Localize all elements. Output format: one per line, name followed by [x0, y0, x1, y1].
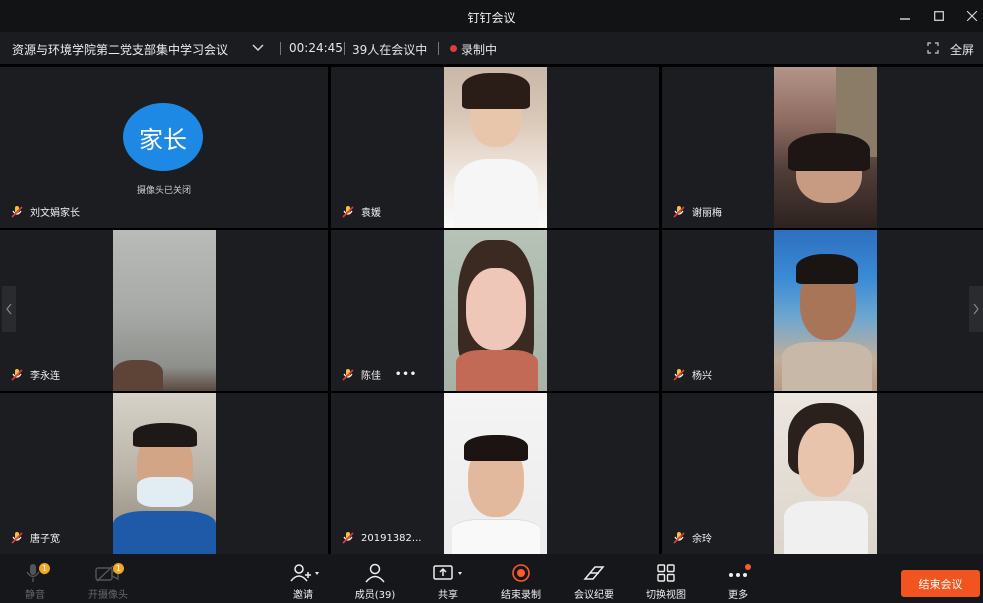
- video-feed: [113, 230, 216, 391]
- recording-dot-icon: [450, 45, 457, 52]
- switch-view-label: 切换视图: [646, 590, 686, 601]
- video-feed: [444, 393, 547, 554]
- camera-badge: 1: [113, 563, 124, 574]
- recording-status: 录制中: [461, 43, 498, 57]
- close-icon[interactable]: [955, 0, 983, 32]
- participant-label: 杨兴: [672, 367, 712, 382]
- participant-label: 李永连: [10, 367, 60, 382]
- participant-name: 李永连: [30, 371, 60, 382]
- chevron-down-icon[interactable]: [252, 39, 264, 57]
- muted-mic-icon: [11, 205, 23, 218]
- fullscreen-button[interactable]: 全屏: [950, 41, 974, 58]
- invite-label: 邀请: [293, 590, 313, 601]
- participant-tile[interactable]: 陈佳 •••: [331, 230, 659, 391]
- divider: [438, 42, 439, 55]
- notification-dot: [745, 564, 751, 570]
- add-person-icon: [268, 561, 338, 583]
- more-options-icon[interactable]: •••: [395, 369, 417, 380]
- participant-name: 20191382...: [361, 532, 422, 544]
- mute-badge: 1: [39, 563, 50, 574]
- more-dots-icon: [703, 561, 773, 583]
- fullscreen-icon[interactable]: [927, 40, 939, 57]
- camera-button[interactable]: 开摄像头 1: [73, 561, 143, 601]
- participant-name: 陈佳: [361, 371, 381, 382]
- members-button[interactable]: 成员(39): [340, 561, 410, 601]
- participant-tile[interactable]: 杨兴: [662, 230, 983, 391]
- camera-label: 开摄像头: [88, 590, 128, 601]
- share-label: 共享: [438, 590, 458, 601]
- participant-label: 余玲: [672, 530, 712, 545]
- participant-tile[interactable]: 袁媛: [331, 67, 659, 228]
- more-label: 更多: [728, 590, 748, 601]
- participant-label: 谢丽梅: [672, 204, 722, 219]
- minutes-label: 会议纪要: [574, 590, 614, 601]
- mute-label: 静音: [25, 590, 45, 601]
- minutes-button[interactable]: 会议纪要: [559, 561, 629, 601]
- switch-view-button[interactable]: 切换视图: [631, 561, 701, 601]
- participant-label: 刘文娟家长: [10, 204, 80, 219]
- participant-count[interactable]: 39人在会议中: [352, 41, 427, 58]
- video-grid: 家长 摄像头已关闭 刘文娟家长 袁媛 谢丽梅 李永连 陈佳 ••• 杨兴 唐子宽…: [0, 64, 983, 554]
- muted-mic-icon: [342, 368, 354, 381]
- camera-off-icon: [73, 561, 143, 583]
- participant-name: 余玲: [692, 534, 712, 545]
- participant-name: 袁媛: [361, 208, 381, 219]
- video-feed: [774, 230, 877, 391]
- divider: [344, 42, 345, 55]
- participant-label: 陈佳 •••: [341, 367, 417, 382]
- stop-recording-button[interactable]: 结束录制: [486, 561, 556, 601]
- participant-tile[interactable]: 谢丽梅: [662, 67, 983, 228]
- muted-mic-icon: [342, 532, 354, 544]
- meeting-info-bar: 资源与环境学院第二党支部集中学习会议 00:24:45 39人在会议中 录制中 …: [0, 32, 983, 64]
- participant-tile[interactable]: 家长 摄像头已关闭 刘文娟家长: [0, 67, 328, 228]
- minutes-icon: [559, 561, 629, 583]
- participant-label: 唐子宽: [10, 530, 60, 545]
- end-meeting-button[interactable]: 结束会议: [901, 570, 980, 597]
- title-bar: 钉钉会议: [0, 0, 983, 32]
- participant-name: 谢丽梅: [692, 208, 722, 219]
- participant-tile[interactable]: 唐子宽: [0, 393, 328, 554]
- muted-mic-icon: [11, 368, 23, 381]
- next-page-icon[interactable]: [969, 286, 983, 332]
- participant-tile[interactable]: 20191382...: [331, 393, 659, 554]
- grid-view-icon: [631, 561, 701, 583]
- participant-name: 杨兴: [692, 371, 712, 382]
- window-title: 钉钉会议: [467, 11, 516, 25]
- prev-page-icon[interactable]: [2, 286, 16, 332]
- participant-tile[interactable]: 李永连: [0, 230, 328, 391]
- participant-label: 20191382...: [341, 531, 421, 545]
- video-feed: [774, 393, 877, 554]
- share-button[interactable]: 共享: [413, 561, 483, 601]
- participant-tile[interactable]: 余玲: [662, 393, 983, 554]
- muted-mic-icon: [673, 368, 685, 381]
- meeting-toolbar: 静音 1 开摄像头 1 邀请 成员(39) 共享 结束录制 会议纪要 切换视图 …: [0, 554, 983, 603]
- meeting-timer: 00:24:45: [289, 41, 343, 55]
- muted-mic-icon: [11, 531, 23, 544]
- minimize-icon[interactable]: [888, 0, 922, 32]
- stop-recording-label: 结束录制: [501, 590, 541, 601]
- mute-button[interactable]: 静音 1: [0, 561, 70, 601]
- screen-share-icon: [413, 561, 483, 583]
- meeting-name[interactable]: 资源与环境学院第二党支部集中学习会议: [12, 41, 228, 58]
- camera-off-text: 摄像头已关闭: [136, 186, 191, 196]
- video-feed: [444, 230, 547, 391]
- video-feed: [113, 393, 216, 554]
- record-icon: [486, 561, 556, 583]
- muted-mic-icon: [673, 205, 685, 218]
- members-label: 成员(39): [354, 590, 396, 601]
- members-icon: [340, 561, 410, 583]
- more-button[interactable]: 更多: [703, 561, 773, 601]
- muted-mic-icon: [673, 531, 685, 544]
- avatar: 家长: [123, 103, 203, 171]
- participant-name: 刘文娟家长: [30, 208, 80, 219]
- invite-button[interactable]: 邀请: [268, 561, 338, 601]
- muted-mic-icon: [342, 205, 354, 218]
- microphone-icon: [0, 561, 70, 583]
- video-feed: [444, 67, 547, 228]
- maximize-icon[interactable]: [922, 0, 956, 32]
- participant-name: 唐子宽: [30, 534, 60, 545]
- divider: [280, 42, 281, 55]
- video-feed: [774, 67, 877, 228]
- participant-label: 袁媛: [341, 204, 381, 219]
